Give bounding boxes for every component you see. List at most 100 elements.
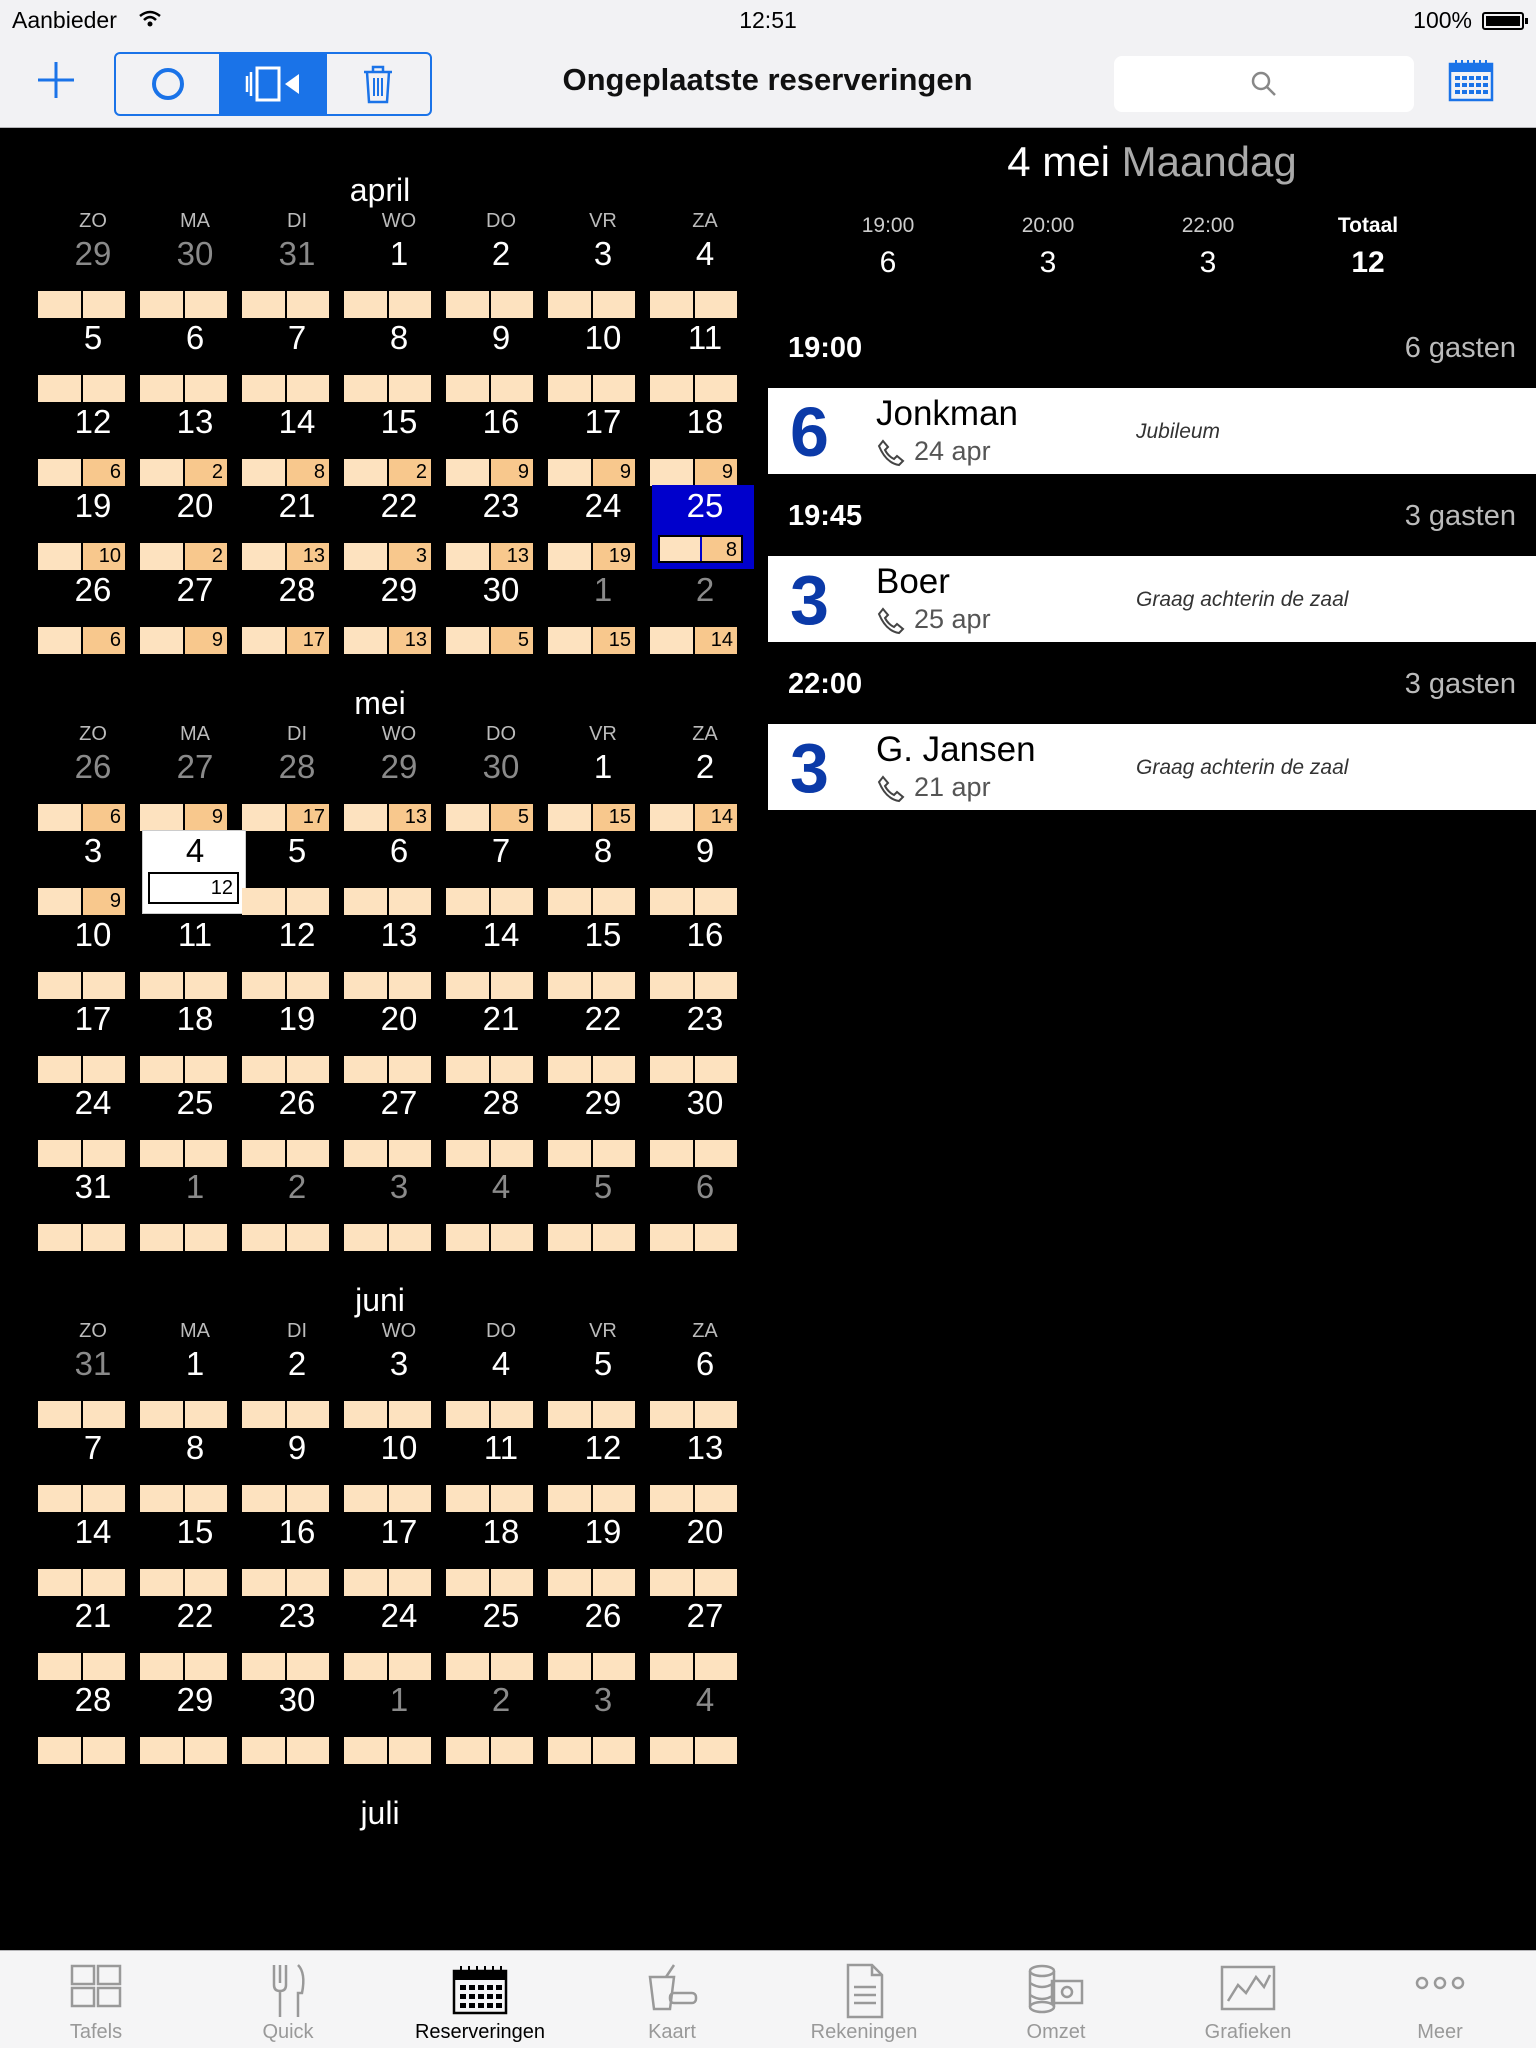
calendar-day[interactable]: 4 — [650, 1679, 756, 1764]
calendar-day[interactable]: 26 — [548, 1595, 654, 1680]
calendar-day[interactable]: 6 — [140, 317, 246, 402]
calendar-day[interactable]: 28 17 — [242, 569, 348, 654]
calendar-day[interactable]: 21 — [446, 998, 552, 1083]
calendar-day[interactable]: 11 — [446, 1427, 552, 1512]
tab-rekeningen[interactable]: Rekeningen — [768, 1951, 960, 2048]
calendar-day[interactable]: 31 — [242, 233, 348, 318]
calendar-list[interactable]: april ZO MA DI WO DO VR ZA 29 30 31 1 2 3 4 5 6 7 8 9 10 11 12… — [0, 128, 760, 1950]
calendar-day[interactable]: 4 — [446, 1343, 552, 1428]
calendar-day[interactable]: 17 9 — [548, 401, 654, 486]
calendar-day[interactable]: 7 — [446, 830, 552, 915]
calendar-day[interactable]: 27 — [650, 1595, 756, 1680]
calendar-day[interactable]: 11 — [140, 914, 246, 999]
calendar-day[interactable]: 12 6 — [38, 401, 144, 486]
segment-delete[interactable] — [327, 54, 430, 114]
calendar-day[interactable]: 30 — [650, 1082, 756, 1167]
calendar-day[interactable]: 23 — [650, 998, 756, 1083]
calendar-day[interactable]: 22 — [548, 998, 654, 1083]
calendar-day[interactable]: 29 — [548, 1082, 654, 1167]
calendar-day[interactable]: 13 2 — [140, 401, 246, 486]
calendar-day[interactable]: 25 — [140, 1082, 246, 1167]
calendar-day[interactable]: 24 — [344, 1595, 450, 1680]
calendar-day[interactable]: 5 — [548, 1166, 654, 1251]
calendar-day[interactable]: 16 — [242, 1511, 348, 1596]
calendar-day[interactable]: 6 — [650, 1166, 756, 1251]
calendar-day[interactable]: 8 — [344, 317, 450, 402]
calendar-day[interactable]: 10 — [548, 317, 654, 402]
calendar-day[interactable]: 1 — [344, 1679, 450, 1764]
calendar-day[interactable]: 26 6 — [38, 746, 144, 831]
calendar-day[interactable]: 11 — [650, 317, 756, 402]
calendar-day[interactable]: 25 — [446, 1595, 552, 1680]
calendar-day[interactable]: 29 — [38, 233, 144, 318]
calendar-day[interactable]: 2 — [446, 233, 552, 318]
calendar-day[interactable]: 25 8 — [652, 485, 756, 569]
calendar-day[interactable]: 28 17 — [242, 746, 348, 831]
calendar-day[interactable]: 15 — [140, 1511, 246, 1596]
calendar-day[interactable]: 5 — [242, 830, 348, 915]
calendar-day[interactable]: 4 12 — [142, 830, 246, 914]
calendar-day[interactable]: 20 — [650, 1511, 756, 1596]
calendar-day[interactable]: 3 — [344, 1343, 450, 1428]
calendar-day[interactable]: 30 — [242, 1679, 348, 1764]
calendar-day[interactable]: 22 — [140, 1595, 246, 1680]
calendar-day[interactable]: 8 — [140, 1427, 246, 1512]
calendar-day[interactable]: 15 — [548, 914, 654, 999]
tab-kaart[interactable]: Kaart — [576, 1951, 768, 2048]
calendar-day[interactable]: 31 — [38, 1343, 144, 1428]
calendar-day[interactable]: 39 — [38, 830, 144, 915]
calendar-day[interactable]: 23 13 — [446, 485, 552, 570]
calendar-day[interactable]: 3 — [548, 233, 654, 318]
tab-reserveringen[interactable]: Reserveringen — [384, 1951, 576, 2048]
calendar-day[interactable]: 18 — [140, 998, 246, 1083]
calendar-day[interactable]: 31 — [38, 1166, 144, 1251]
calendar-day[interactable]: 2 — [242, 1343, 348, 1428]
calendar-day[interactable]: 6 — [344, 830, 450, 915]
calendar-day[interactable]: 29 13 — [344, 746, 450, 831]
calendar-day[interactable]: 19 10 — [38, 485, 144, 570]
calendar-day[interactable]: 30 — [140, 233, 246, 318]
calendar-day[interactable]: 17 — [344, 1511, 450, 1596]
calendar-day[interactable]: 9 — [242, 1427, 348, 1512]
calendar-day[interactable]: 5 — [38, 317, 144, 402]
calendar-day[interactable]: 29 13 — [344, 569, 450, 654]
calendar-day[interactable]: 2 14 — [650, 746, 756, 831]
tab-omzet[interactable]: Omzet — [960, 1951, 1152, 2048]
calendar-icon[interactable] — [1448, 58, 1494, 102]
calendar-day[interactable]: 6 — [650, 1343, 756, 1428]
calendar-day[interactable]: 9 — [650, 830, 756, 915]
calendar-day[interactable]: 18 — [446, 1511, 552, 1596]
calendar-day[interactable]: 13 — [650, 1427, 756, 1512]
calendar-day[interactable]: 1 — [140, 1166, 246, 1251]
calendar-day[interactable]: 12 — [548, 1427, 654, 1512]
calendar-day[interactable]: 1 15 — [548, 569, 654, 654]
segment-circle[interactable] — [116, 54, 222, 114]
calendar-day[interactable]: 20 2 — [140, 485, 246, 570]
calendar-day[interactable]: 1 15 — [548, 746, 654, 831]
calendar-day[interactable]: 14 8 — [242, 401, 348, 486]
search-field[interactable] — [1114, 56, 1414, 112]
calendar-day[interactable]: 30 5 — [446, 569, 552, 654]
tab-tafels[interactable]: Tafels — [0, 1951, 192, 2048]
calendar-day[interactable]: 7 — [38, 1427, 144, 1512]
calendar-day[interactable]: 24 19 — [548, 485, 654, 570]
calendar-day[interactable]: 22 3 — [344, 485, 450, 570]
calendar-day[interactable]: 30 5 — [446, 746, 552, 831]
calendar-day[interactable]: 16 9 — [446, 401, 552, 486]
calendar-day[interactable]: 13 — [344, 914, 450, 999]
reservation-row[interactable]: 6 Jonkman 24 apr Jubileum — [768, 388, 1536, 474]
reservation-row[interactable]: 3 Boer 25 apr Graag achterin de zaal — [768, 556, 1536, 642]
calendar-day[interactable]: 21 13 — [242, 485, 348, 570]
tab-grafieken[interactable]: Grafieken — [1152, 1951, 1344, 2048]
calendar-day[interactable]: 9 — [446, 317, 552, 402]
calendar-day[interactable]: 24 — [38, 1082, 144, 1167]
calendar-day[interactable]: 14 — [38, 1511, 144, 1596]
calendar-day[interactable]: 20 — [344, 998, 450, 1083]
calendar-day[interactable]: 1 — [140, 1343, 246, 1428]
calendar-day[interactable]: 3 — [548, 1679, 654, 1764]
calendar-day[interactable]: 3 — [344, 1166, 450, 1251]
calendar-day[interactable]: 18 9 — [650, 401, 756, 486]
calendar-day[interactable]: 28 — [446, 1082, 552, 1167]
calendar-day[interactable]: 19 — [548, 1511, 654, 1596]
reservation-row[interactable]: 3 G. Jansen 21 apr Graag achterin de zaa… — [768, 724, 1536, 810]
